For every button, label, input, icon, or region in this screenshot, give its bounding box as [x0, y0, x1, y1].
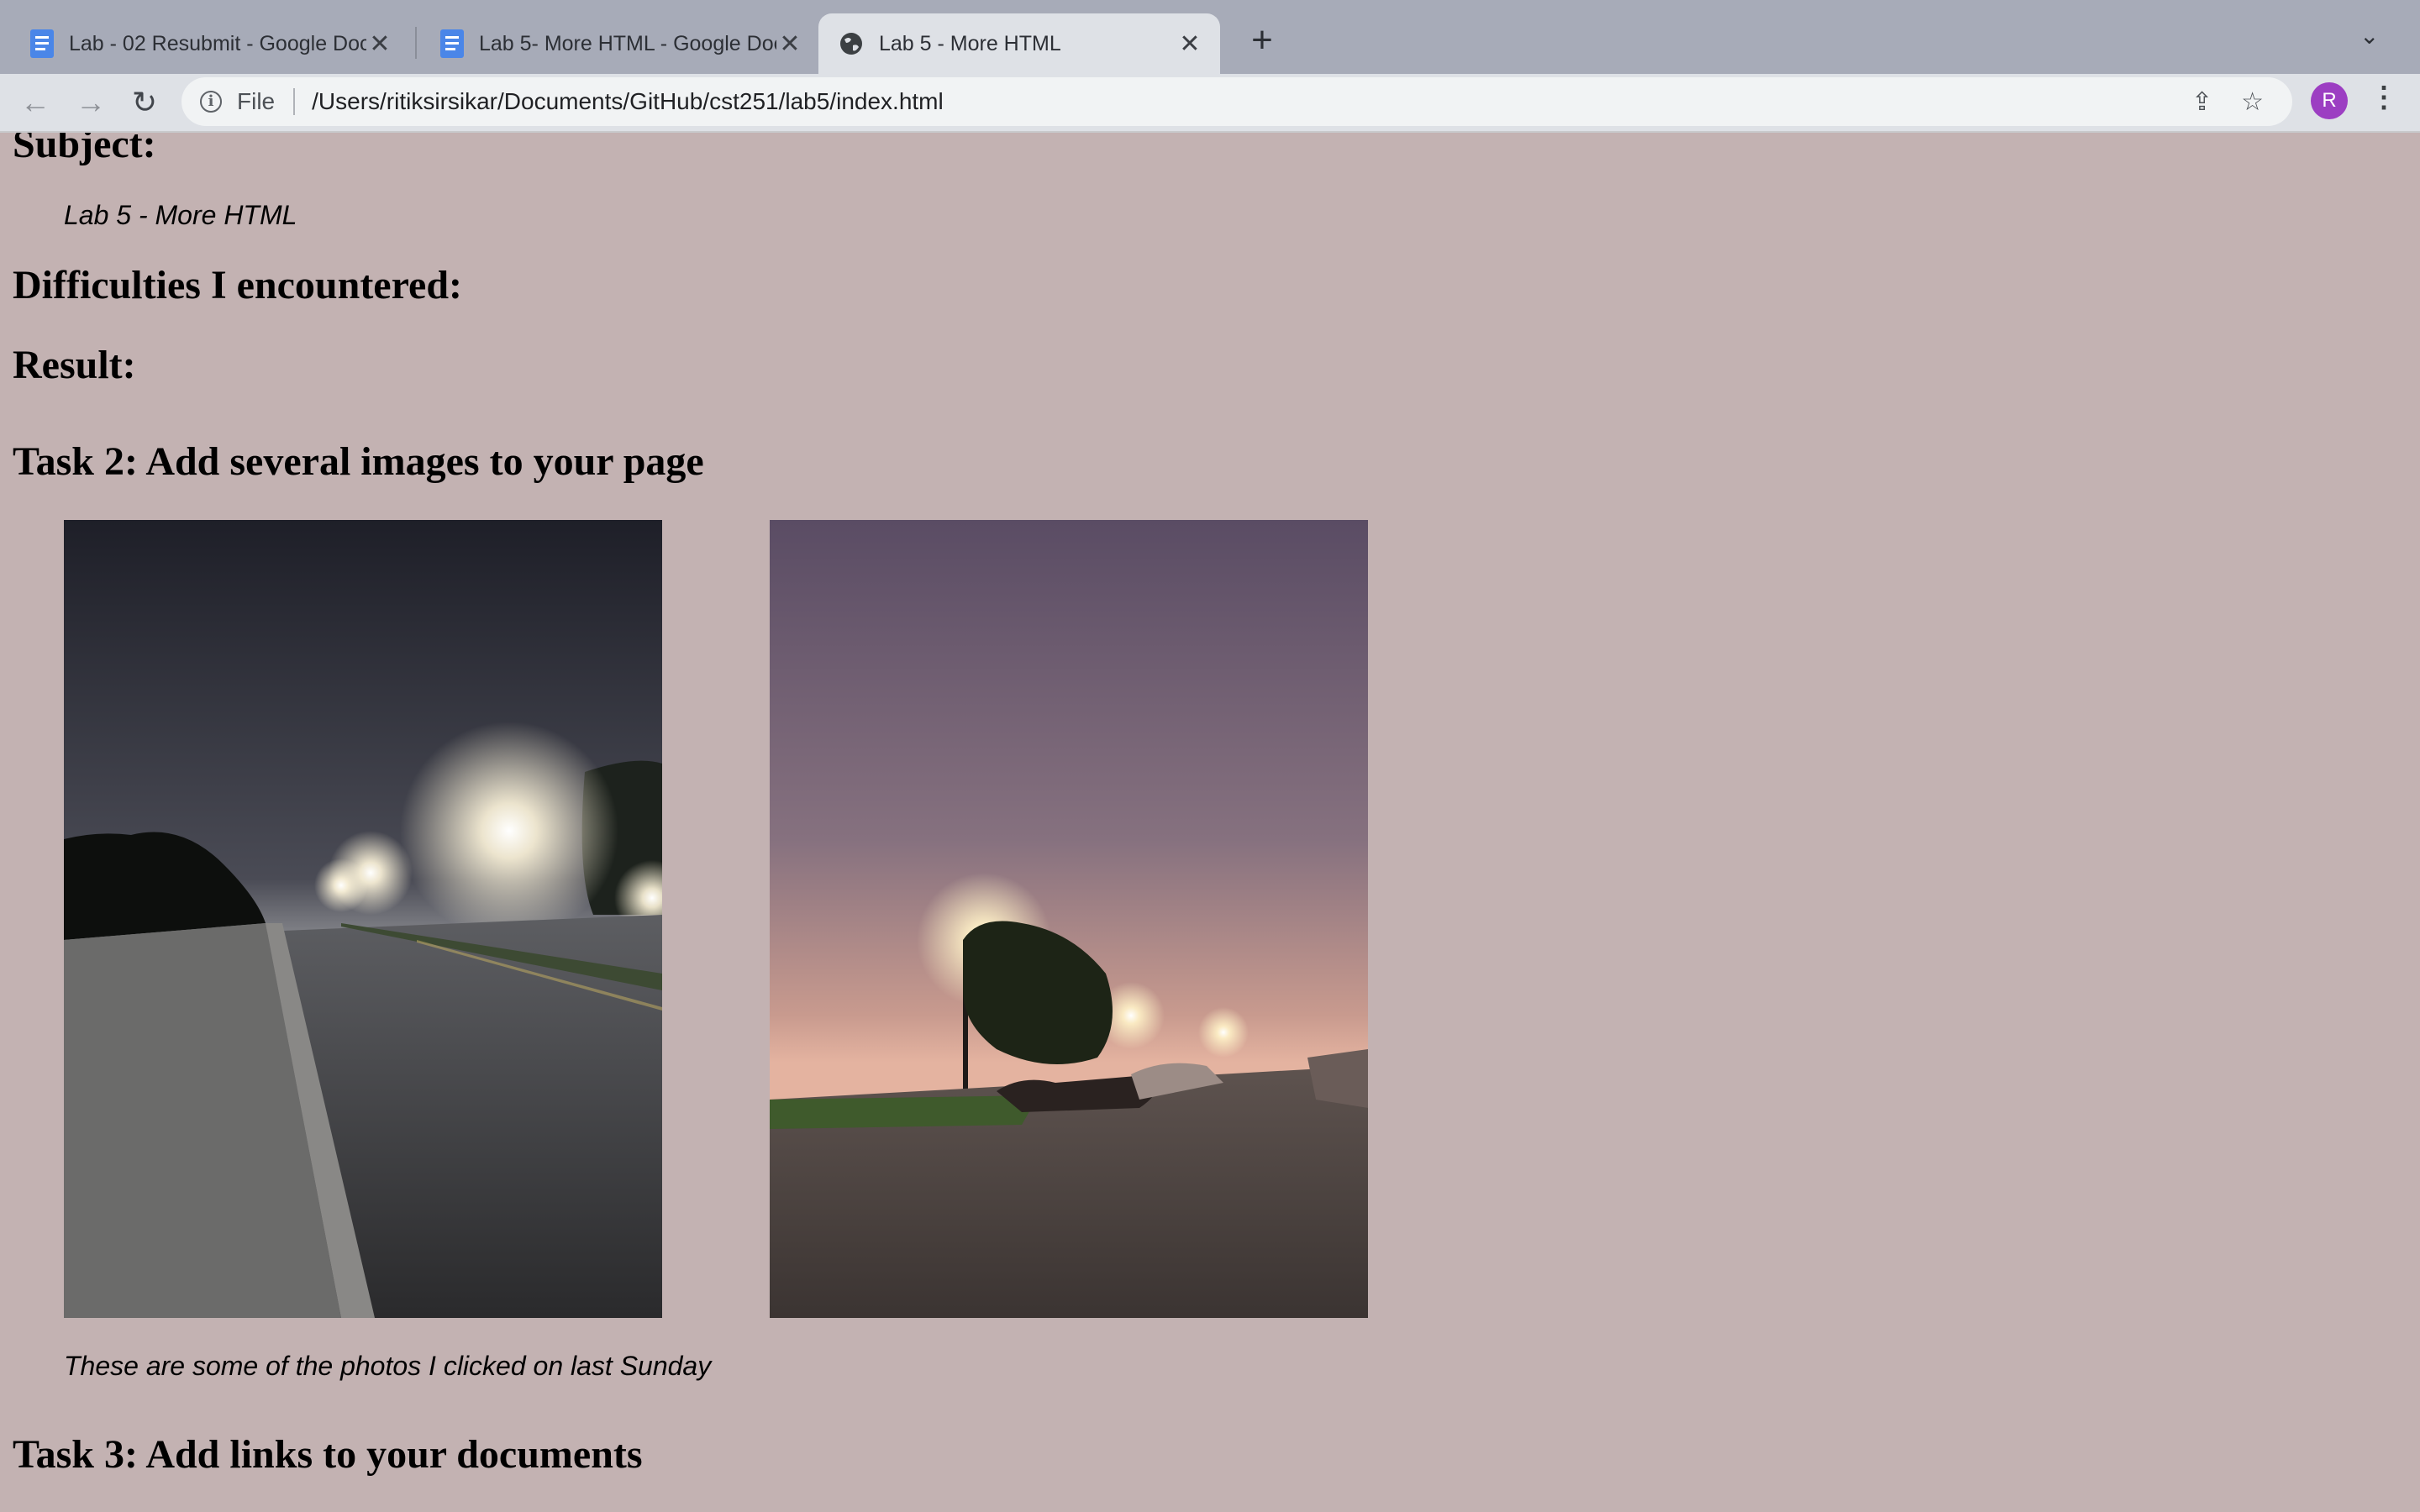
avatar[interactable]: R — [2311, 82, 2348, 119]
tab-strip: Lab - 02 Resubmit - Google Docs ✕ Lab 5-… — [0, 0, 2420, 74]
url-text[interactable]: /Users/ritiksirsikar/Documents/GitHub/cs… — [312, 88, 2191, 115]
share-icon[interactable]: ⇪ — [2191, 87, 2212, 117]
scheme-label: File — [237, 88, 276, 114]
new-tab-button[interactable]: + — [1239, 17, 1286, 64]
difficulties-heading: Difficulties I encountered: — [13, 263, 463, 307]
browser-toolbar: ← → ↻ i File /Users/ritiksirsikar/Docume… — [0, 74, 2420, 133]
forward-button[interactable]: → — [71, 82, 111, 123]
reload-button[interactable]: ↻ — [124, 82, 165, 123]
tab-lab02-resubmit[interactable]: Lab - 02 Resubmit - Google Docs ✕ — [10, 13, 410, 74]
chevron-down-icon[interactable]: ⌄ — [2360, 22, 2379, 50]
photos-caption: These are some of the photos I clicked o… — [64, 1351, 712, 1381]
page-content: Subject: Lab 5 - More HTML Difficulties … — [0, 133, 2420, 1512]
google-docs-icon — [30, 29, 54, 58]
subject-heading: Subject: — [13, 133, 156, 166]
close-icon[interactable]: ✕ — [366, 29, 393, 59]
task2-heading: Task 2: Add several images to your page — [13, 439, 704, 484]
google-docs-icon — [440, 29, 464, 58]
close-icon[interactable]: ✕ — [776, 29, 803, 59]
tab-lab5-more-html[interactable]: Lab 5 - More HTML ✕ — [818, 13, 1220, 74]
address-bar[interactable]: i File /Users/ritiksirsikar/Documents/Gi… — [182, 77, 2292, 126]
back-button[interactable]: ← — [15, 82, 55, 123]
globe-icon — [840, 33, 862, 55]
tab-divider — [415, 27, 417, 59]
result-heading: Result: — [13, 343, 136, 387]
tab-lab5-docs[interactable]: Lab 5- More HTML - Google Docs ✕ — [420, 13, 820, 74]
photo-foggy-parking-lot — [770, 520, 1368, 1318]
subject-text: Lab 5 - More HTML — [64, 200, 297, 230]
close-icon[interactable]: ✕ — [1176, 29, 1203, 59]
task3-heading: Task 3: Add links to your documents — [13, 1432, 643, 1477]
bookmark-star-icon[interactable]: ☆ — [2241, 87, 2264, 117]
tab-label: Lab 5- More HTML - Google Docs — [479, 31, 776, 55]
photo-foggy-street — [64, 520, 662, 1318]
omnibox-divider — [293, 88, 296, 115]
info-icon[interactable]: i — [200, 91, 222, 113]
menu-kebab-icon[interactable]: ⋮ — [2370, 81, 2398, 114]
tab-label: Lab 5 - More HTML — [879, 31, 1061, 55]
tab-label: Lab - 02 Resubmit - Google Docs — [69, 31, 366, 55]
